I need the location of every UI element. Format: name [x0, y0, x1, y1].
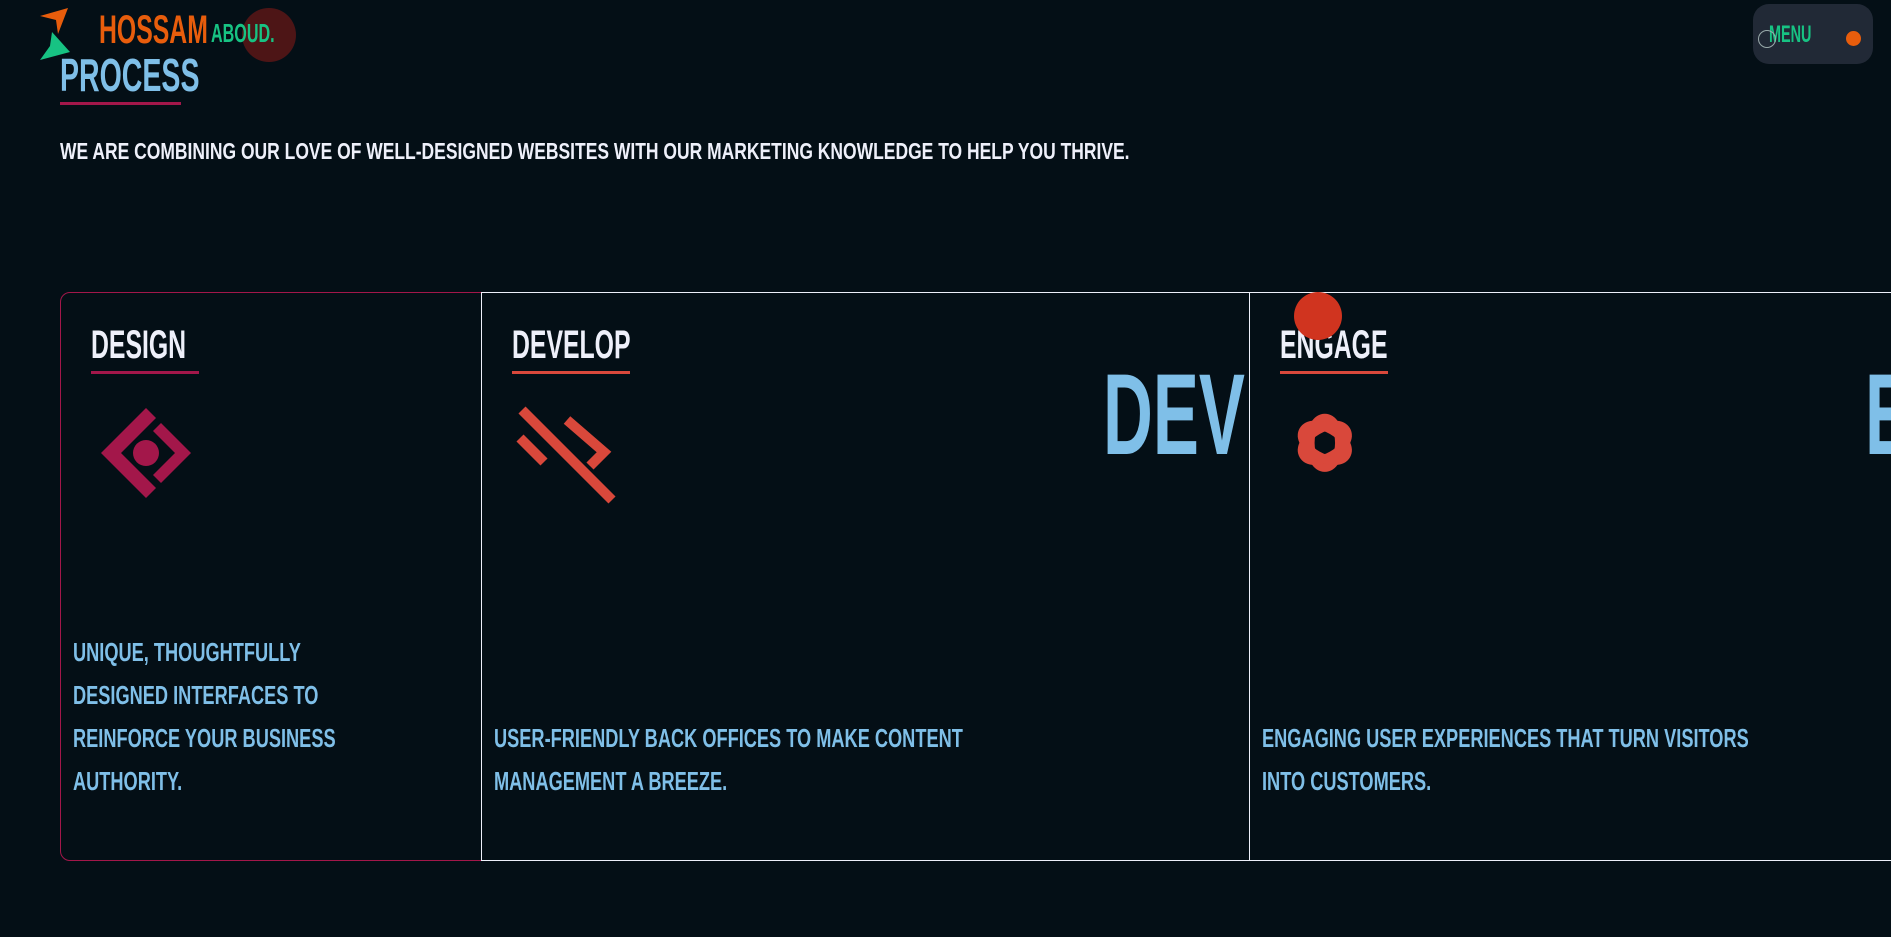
card-watermark-text: DEV [1103, 351, 1245, 479]
description-line: UNIQUE, THOUGHTFULLY [73, 637, 301, 667]
menu-button[interactable]: MENU [1753, 4, 1873, 64]
card-description: ENGAGING USER EXPERIENCES THAT TURN VISI… [1262, 717, 1891, 803]
page-title: PROCESS [60, 49, 200, 101]
knot-logo-icon [1297, 413, 1352, 472]
diamond-code-icon [101, 408, 191, 498]
card-design[interactable]: DESIGN UNIQUE, THOUGHTFULLY DESIGNED INT… [60, 292, 482, 861]
section-subtitle: WE ARE COMBINING OUR LOVE OF WELL-DESIGN… [60, 138, 1130, 164]
card-watermark-text: E [1865, 349, 1891, 481]
card-engage[interactable]: ENGAGE E ENGAGING USER EXPERIENCES THAT … [1249, 292, 1891, 861]
card-title-underline [1280, 371, 1388, 374]
description-line: INTO CUSTOMERS. [1262, 766, 1432, 796]
title-underline [60, 102, 181, 105]
description-line: DESIGNED INTERFACES TO [73, 680, 319, 710]
card-develop[interactable]: DEVELOP DEV USER-FRIENDLY BACK OFFICES T… [481, 292, 1250, 861]
brand-name-second[interactable]: ABOUD. [211, 18, 275, 49]
description-line: REINFORCE YOUR BUSINESS [73, 723, 336, 753]
card-description: USER-FRIENDLY BACK OFFICES TO MAKE CONTE… [494, 717, 1164, 803]
card-title: DESIGN [91, 323, 187, 367]
description-line: MANAGEMENT A BREEZE. [494, 766, 728, 796]
cursor-ring [1758, 30, 1776, 48]
menu-dot-icon [1846, 31, 1861, 46]
code-slash-icon [516, 406, 616, 504]
card-title-underline [91, 371, 199, 374]
brand-name-first[interactable]: HOSSAM [99, 8, 208, 53]
description-line: USER-FRIENDLY BACK OFFICES TO MAKE CONTE… [494, 723, 963, 753]
description-line: ENGAGING USER EXPERIENCES THAT TURN VISI… [1262, 723, 1749, 753]
card-title: DEVELOP [512, 323, 631, 367]
card-description: UNIQUE, THOUGHTFULLY DESIGNED INTERFACES… [73, 631, 448, 803]
card-title-underline [512, 371, 630, 374]
description-line: AUTHORITY. [73, 766, 183, 796]
cursor-dot [1294, 292, 1342, 340]
